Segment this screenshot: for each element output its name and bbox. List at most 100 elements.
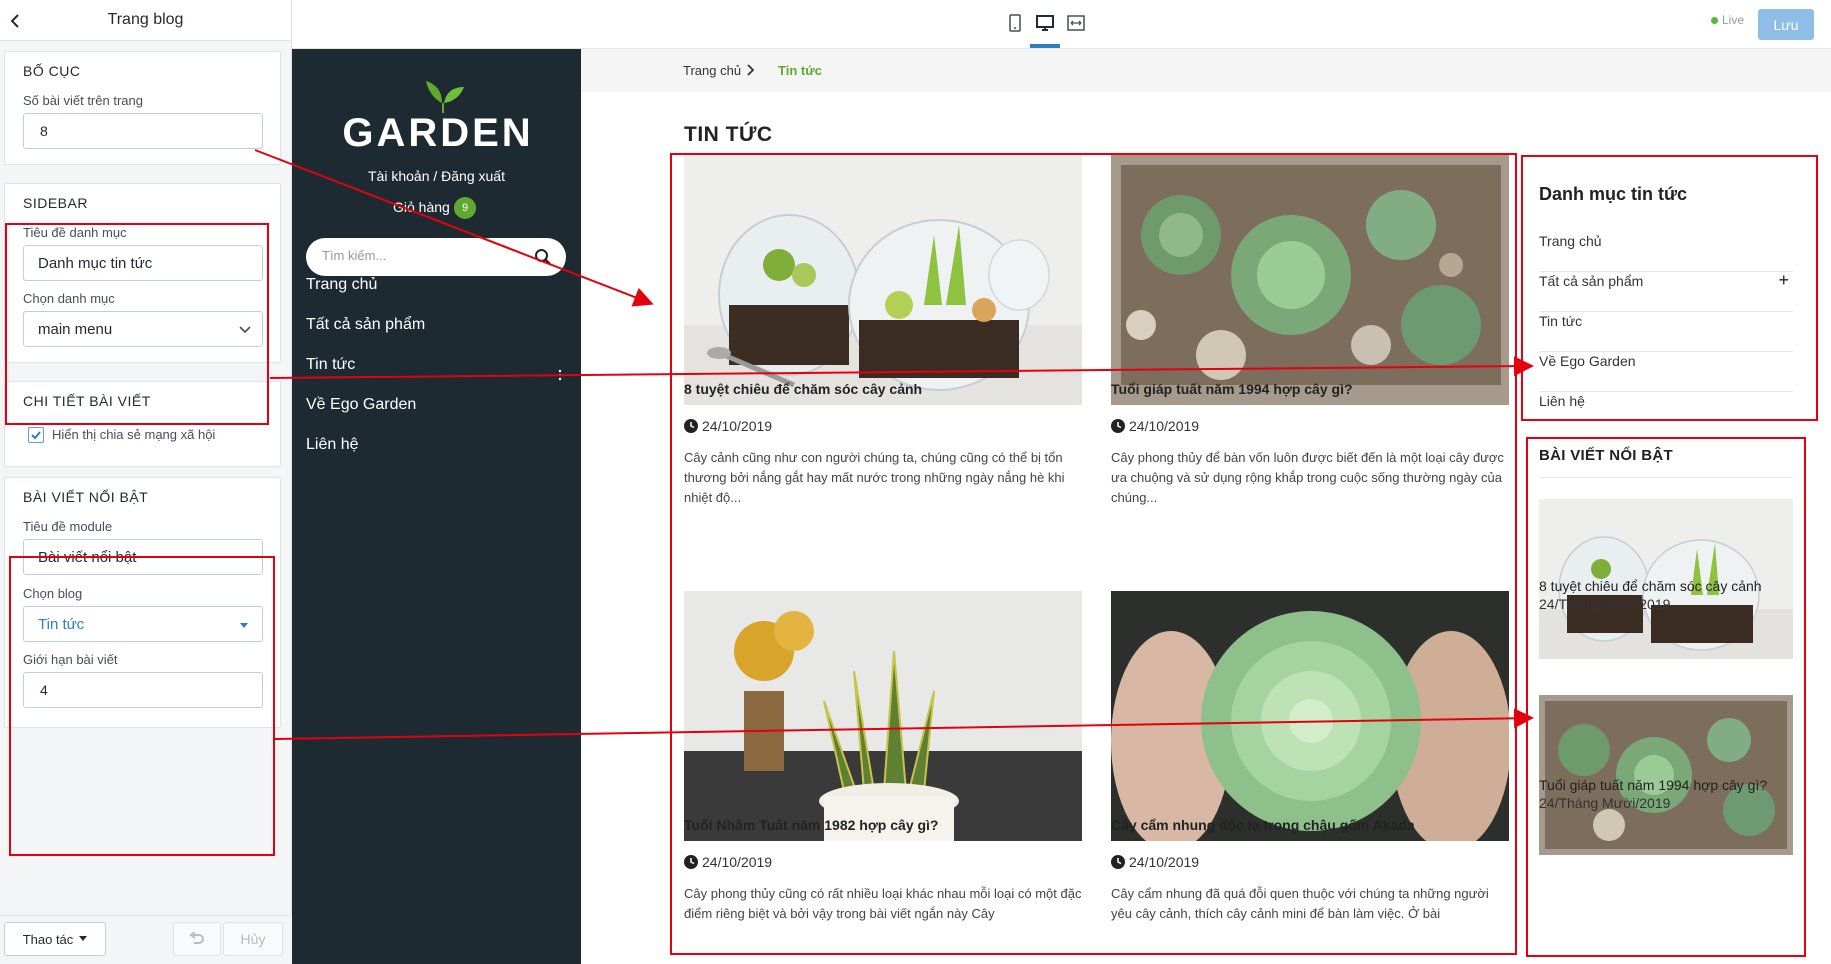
editor-topbar: Live Lưu <box>292 0 1831 49</box>
category-item[interactable]: Liên hệ <box>1539 392 1793 432</box>
checkmark-icon <box>31 431 41 440</box>
category-title-input[interactable]: Danh mục tin tức <box>23 245 263 281</box>
chevron-down-icon <box>239 326 251 334</box>
garden-logo[interactable]: GARDEN <box>338 71 538 151</box>
posts-per-page-label: Số bài viết trên trang <box>23 93 143 108</box>
post-image-snake-plant[interactable] <box>684 591 1082 841</box>
expand-plus-icon[interactable]: + <box>1778 271 1789 289</box>
choose-category-value: main menu <box>38 320 113 338</box>
theme-editor: Trang blog BỐ CỤC Số bài viết trên trang… <box>0 0 1831 964</box>
category-title-label: Tiêu đề danh mục <box>23 225 127 240</box>
breadcrumb-home[interactable]: Trang chủ <box>683 63 741 78</box>
undo-icon <box>189 932 204 944</box>
category-label: Về Ego Garden <box>1539 353 1636 369</box>
post-excerpt: Cây phong thủy để bàn vốn luôn được biết… <box>1111 450 1504 505</box>
nav-item-news[interactable]: Tin tức <box>306 356 355 374</box>
save-button[interactable]: Lưu <box>1758 9 1814 40</box>
chevron-right-icon <box>747 64 755 76</box>
post-card[interactable]: 8 tuyệt chiêu để chăm sóc cây cảnh 24/10… <box>684 155 1082 505</box>
panel-header: Trang blog <box>0 0 291 41</box>
desktop-view-icon[interactable] <box>1035 13 1055 33</box>
category-label: Tin tức <box>1539 313 1583 329</box>
settings-panel: Trang blog BỐ CỤC Số bài viết trên trang… <box>0 0 292 964</box>
post-date: 24/10/2019 <box>1129 418 1200 434</box>
choose-category-select[interactable]: main menu <box>23 311 263 347</box>
post-excerpt: Cây cảnh cũng như con người chúng ta, ch… <box>684 450 1065 505</box>
live-status-dot <box>1711 17 1718 24</box>
featured-post-date: 24/Tháng Mười/2019 <box>1539 795 1671 811</box>
featured-divider <box>1539 477 1793 478</box>
post-image-succulents[interactable] <box>1111 155 1509 405</box>
nav-item-about[interactable]: Về Ego Garden <box>306 396 416 414</box>
post-image-echeveria[interactable] <box>1111 591 1509 841</box>
layout-section: BỐ CỤC Số bài viết trên trang 8 <box>4 51 281 165</box>
layout-section-title: BỐ CỤC <box>23 63 81 79</box>
nav-item-contact[interactable]: Liên hệ <box>306 436 359 454</box>
post-detail-section: CHI TIẾT BÀI VIẾT Hiển thị chia sẻ mạng … <box>4 381 281 467</box>
store-search-input[interactable]: Tìm kiếm... <box>322 248 386 263</box>
news-categories-title: Danh mục tin tức <box>1539 184 1688 204</box>
category-label: Tất cả sản phẩm <box>1539 273 1644 289</box>
post-card[interactable]: Tuổi Nhâm Tuất năm 1982 hợp cây gì? 24/1… <box>684 591 1082 964</box>
featured-post-date: 24/Tháng Mười/2019 <box>1539 596 1671 612</box>
cancel-button[interactable]: Hủy <box>223 922 283 956</box>
featured-section-title: BÀI VIẾT NỔI BẬT <box>23 489 149 505</box>
category-label: Liên hệ <box>1539 393 1585 409</box>
category-item[interactable]: Tin tức <box>1539 312 1793 352</box>
category-item[interactable]: Trang chủ <box>1539 232 1793 272</box>
post-limit-label: Giới hạn bài viết <box>23 652 118 667</box>
mobile-view-icon[interactable] <box>1005 13 1025 33</box>
post-detail-section-title: CHI TIẾT BÀI VIẾT <box>23 393 151 409</box>
post-title[interactable]: 8 tuyệt chiêu để chăm sóc cây cảnh <box>684 381 922 397</box>
category-item[interactable]: Tất cả sản phẩm + <box>1539 271 1793 312</box>
posts-per-page-input[interactable]: 8 <box>23 113 263 149</box>
page-title: TIN TỨC <box>684 123 773 146</box>
panel-title: Trang blog <box>107 11 184 28</box>
choose-blog-select[interactable]: Tin tức <box>23 606 263 642</box>
nav-item-home[interactable]: Trang chủ <box>306 276 377 294</box>
featured-post-title[interactable]: 8 tuyệt chiêu để chăm sóc cây cảnh <box>1539 578 1762 594</box>
store-search-box[interactable]: Tìm kiếm... <box>306 238 566 276</box>
sidebar-section-title: SIDEBAR <box>23 195 88 211</box>
featured-posts-title: BÀI VIẾT NỔI BẬT <box>1539 447 1673 464</box>
module-title-label: Tiêu đề module <box>23 519 113 534</box>
clock-icon <box>684 855 698 869</box>
cart-link[interactable]: Giỏ hàng <box>393 199 450 215</box>
post-title[interactable]: Tuổi giáp tuất năm 1994 hợp cây gì? <box>1111 381 1353 397</box>
breadcrumb-current: Tin tức <box>778 63 822 78</box>
category-label: Trang chủ <box>1539 233 1602 249</box>
share-checkbox[interactable] <box>28 427 44 443</box>
fullwidth-view-icon[interactable] <box>1066 13 1086 33</box>
category-item[interactable]: Về Ego Garden <box>1539 352 1793 392</box>
post-limit-input[interactable]: 4 <box>23 672 263 708</box>
choose-blog-value: Tin tức <box>38 615 85 633</box>
clock-icon <box>1111 419 1125 433</box>
nav-item-all-products[interactable]: Tất cả sản phẩm <box>306 316 425 334</box>
breadcrumb: Trang chủ Tin tức <box>581 49 1831 92</box>
clock-icon <box>684 419 698 433</box>
more-vertical-icon[interactable] <box>558 369 562 381</box>
post-excerpt: Cây phong thủy cũng có rất nhiều loại kh… <box>684 886 1082 921</box>
post-card[interactable]: Tuổi giáp tuất năm 1994 hợp cây gì? 24/1… <box>1111 155 1509 505</box>
featured-post-title[interactable]: Tuổi giáp tuất năm 1994 hợp cây gì? <box>1539 777 1767 793</box>
module-title-input[interactable]: Bài viết nổi bật <box>23 539 263 575</box>
clock-icon <box>1111 855 1125 869</box>
search-icon[interactable] <box>534 248 552 266</box>
actions-button[interactable]: Thao tác <box>4 922 106 956</box>
account-links[interactable]: Tài khoản / Đăng xuất <box>292 168 581 184</box>
undo-button[interactable] <box>173 922 221 956</box>
post-image-terrarium[interactable] <box>684 155 1082 405</box>
choose-category-label: Chọn danh mục <box>23 291 115 306</box>
choose-blog-label: Chọn blog <box>23 586 83 601</box>
post-card[interactable]: Cây cẩm nhung độc lạ trong chậu gốm Akad… <box>1111 591 1509 964</box>
post-excerpt: Cây cẩm nhung đã quá đỗi quen thuộc với … <box>1111 886 1489 921</box>
post-date: 24/10/2019 <box>702 418 773 434</box>
post-date: 24/10/2019 <box>1129 854 1200 870</box>
post-title[interactable]: Cây cẩm nhung độc lạ trong chậu gốm Akad… <box>1111 817 1415 833</box>
page-preview: Trang chủ Tin tức TIN TỨC 8 tuyệt chiêu … <box>581 49 1831 964</box>
panel-footer: Thao tác Hủy <box>0 915 292 964</box>
featured-image-succulents[interactable] <box>1539 695 1793 855</box>
featured-section: BÀI VIẾT NỔI BẬT Tiêu đề module Bài viết… <box>4 477 281 728</box>
post-title[interactable]: Tuổi Nhâm Tuất năm 1982 hợp cây gì? <box>684 817 938 833</box>
actions-button-label: Thao tác <box>22 931 74 947</box>
